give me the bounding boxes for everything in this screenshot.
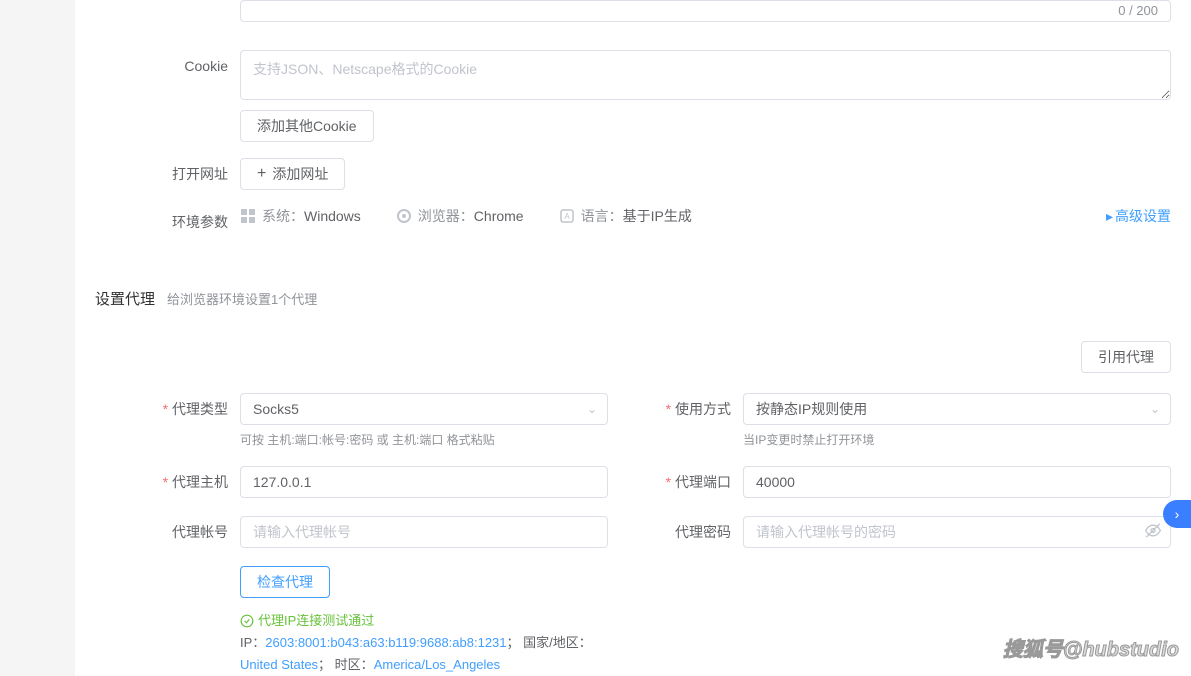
env-system: 系统：Windows [240, 206, 361, 226]
proxy-pass-input[interactable] [743, 516, 1171, 548]
env-browser: 浏览器：Chrome [396, 206, 524, 226]
proxy-port-label: 代理端口 [658, 466, 743, 498]
watermark-text: 搜狐号@hubstudio [1003, 633, 1179, 662]
add-url-button[interactable]: + 添加网址 [240, 158, 345, 190]
proxy-type-select[interactable]: Socks5 ⌄ [240, 393, 608, 425]
import-proxy-button[interactable]: 引用代理 [1081, 341, 1171, 373]
env-language: A 语言：基于IP生成 [559, 206, 692, 226]
windows-icon [240, 208, 256, 224]
use-mode-hint: 当IP变更时禁止打开环境 [743, 431, 1171, 448]
chevron-down-icon: ⌄ [1150, 402, 1160, 416]
side-drawer-handle[interactable]: › [1163, 500, 1191, 528]
plus-icon: + [257, 165, 266, 183]
cookie-label: Cookie [95, 50, 240, 82]
description-textarea[interactable]: 0 / 200 [240, 0, 1171, 22]
proxy-port-input[interactable] [743, 466, 1171, 498]
char-counter: 0 / 200 [1118, 3, 1158, 18]
proxy-pass-label: 代理密码 [658, 516, 743, 548]
svg-text:A: A [564, 212, 570, 221]
language-icon: A [559, 208, 575, 224]
proxy-type-label: 代理类型 [95, 393, 240, 448]
proxy-user-input[interactable] [240, 516, 608, 548]
check-proxy-button[interactable]: 检查代理 [240, 566, 330, 598]
add-cookie-button[interactable]: 添加其他Cookie [240, 110, 374, 142]
use-mode-label: 使用方式 [658, 393, 743, 448]
proxy-section-title: 设置代理 [95, 288, 155, 309]
proxy-check-pass: 代理IP连接测试通过 [240, 610, 1171, 632]
cookie-input[interactable] [240, 50, 1171, 100]
proxy-host-input[interactable] [240, 466, 608, 498]
proxy-user-label: 代理帐号 [95, 516, 240, 548]
use-mode-select[interactable]: 按静态IP规则使用 ⌄ [743, 393, 1171, 425]
advanced-settings-link[interactable]: ▸ 高级设置 [1106, 206, 1171, 226]
proxy-section-subtitle: 给浏览器环境设置1个代理 [167, 289, 317, 308]
check-circle-icon [240, 614, 254, 628]
proxy-host-label: 代理主机 [95, 466, 240, 498]
chevron-right-icon: › [1175, 506, 1180, 522]
proxy-type-hint: 可按 主机:端口:帐号:密码 或 主机:端口 格式粘贴 [240, 431, 608, 448]
chevron-down-icon: ⌄ [587, 402, 597, 416]
eye-off-icon[interactable] [1145, 523, 1161, 542]
caret-right-icon: ▸ [1106, 208, 1113, 225]
env-label: 环境参数 [95, 206, 240, 238]
open-url-label: 打开网址 [95, 158, 240, 190]
chrome-icon [396, 208, 412, 224]
